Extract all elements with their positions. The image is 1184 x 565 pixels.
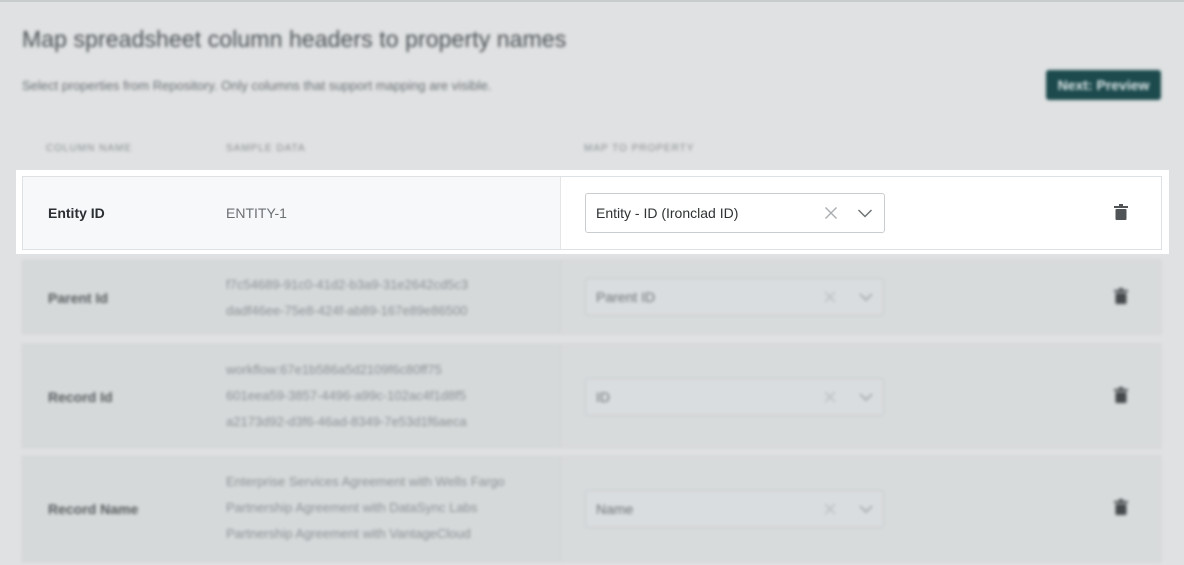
sample-data: Enterprise Services Agreement with Wells… bbox=[226, 469, 505, 547]
sample-value: Partnership Agreement with VantageCloud bbox=[226, 526, 471, 541]
selected-property: Parent ID bbox=[596, 289, 656, 305]
trash-icon[interactable] bbox=[1114, 288, 1128, 304]
sample-value: Enterprise Services Agreement with Wells… bbox=[226, 474, 505, 489]
mapping-row: Record Id workflow:67e1b586a5d2109f6c80f… bbox=[22, 344, 1161, 448]
property-select[interactable]: Parent ID bbox=[585, 278, 884, 316]
property-select[interactable]: Name bbox=[585, 490, 884, 528]
mapping-page: Map spreadsheet column headers to proper… bbox=[0, 0, 1184, 565]
trash-icon[interactable] bbox=[1114, 204, 1128, 220]
column-name: Parent Id bbox=[48, 290, 108, 306]
chevron-down-icon[interactable] bbox=[857, 388, 875, 406]
sample-value: Partnership Agreement with DataSync Labs bbox=[226, 500, 478, 515]
top-divider bbox=[0, 0, 1184, 2]
column-name: Entity ID bbox=[48, 205, 105, 221]
close-icon[interactable] bbox=[821, 388, 839, 406]
page-title: Map spreadsheet column headers to proper… bbox=[22, 26, 567, 52]
chevron-down-icon[interactable] bbox=[857, 288, 875, 306]
selected-property: ID bbox=[596, 389, 610, 405]
sample-value: f7c54689-91c0-41d2-b3a9-31e2642cd5c3 bbox=[226, 277, 469, 292]
close-icon[interactable] bbox=[821, 288, 839, 306]
column-header-property: MAP TO PROPERTY bbox=[584, 143, 695, 154]
mapping-row-focused: Entity ID ENTITY-1 Entity - ID (Ironclad… bbox=[22, 176, 1162, 250]
next-preview-button[interactable]: Next: Preview bbox=[1046, 70, 1161, 100]
sample-value: dadf46ee-75e8-424f-ab89-167e89e86500 bbox=[226, 303, 468, 318]
close-icon[interactable] bbox=[822, 204, 840, 222]
property-select[interactable]: Entity - ID (Ironclad ID) bbox=[585, 193, 885, 233]
chevron-down-icon[interactable] bbox=[856, 204, 874, 222]
column-name: Record Name bbox=[48, 501, 139, 517]
mapping-row: Parent Id f7c54689-91c0-41d2-b3a9-31e264… bbox=[22, 260, 1161, 334]
sample-value: workflow:67e1b586a5d2109f6c80ff75 bbox=[226, 362, 442, 377]
page-subtitle: Select properties from Repository. Only … bbox=[22, 78, 492, 93]
close-icon[interactable] bbox=[821, 500, 839, 518]
sample-value: a2173d92-d3f6-46ad-8349-7e53d1f6aeca bbox=[226, 414, 467, 429]
trash-icon[interactable] bbox=[1114, 387, 1128, 403]
selected-property: Entity - ID (Ironclad ID) bbox=[596, 205, 739, 221]
sample-data: f7c54689-91c0-41d2-b3a9-31e2642cd5c3 dad… bbox=[226, 272, 468, 324]
property-select[interactable]: ID bbox=[585, 378, 884, 416]
mapping-row: Record Name Enterprise Services Agreemen… bbox=[22, 456, 1161, 562]
trash-icon[interactable] bbox=[1114, 499, 1128, 515]
column-header-sample: SAMPLE DATA bbox=[226, 143, 306, 154]
sample-value: ENTITY-1 bbox=[226, 205, 287, 221]
sample-value: 601eea59-3857-4496-a99c-102ac4f1d8f5 bbox=[226, 388, 466, 403]
selected-property: Name bbox=[596, 501, 634, 517]
column-name: Record Id bbox=[48, 389, 113, 405]
column-header-name: COLUMN NAME bbox=[46, 143, 133, 154]
chevron-down-icon[interactable] bbox=[857, 500, 875, 518]
sample-data: workflow:67e1b586a5d2109f6c80ff75 601eea… bbox=[226, 357, 467, 435]
